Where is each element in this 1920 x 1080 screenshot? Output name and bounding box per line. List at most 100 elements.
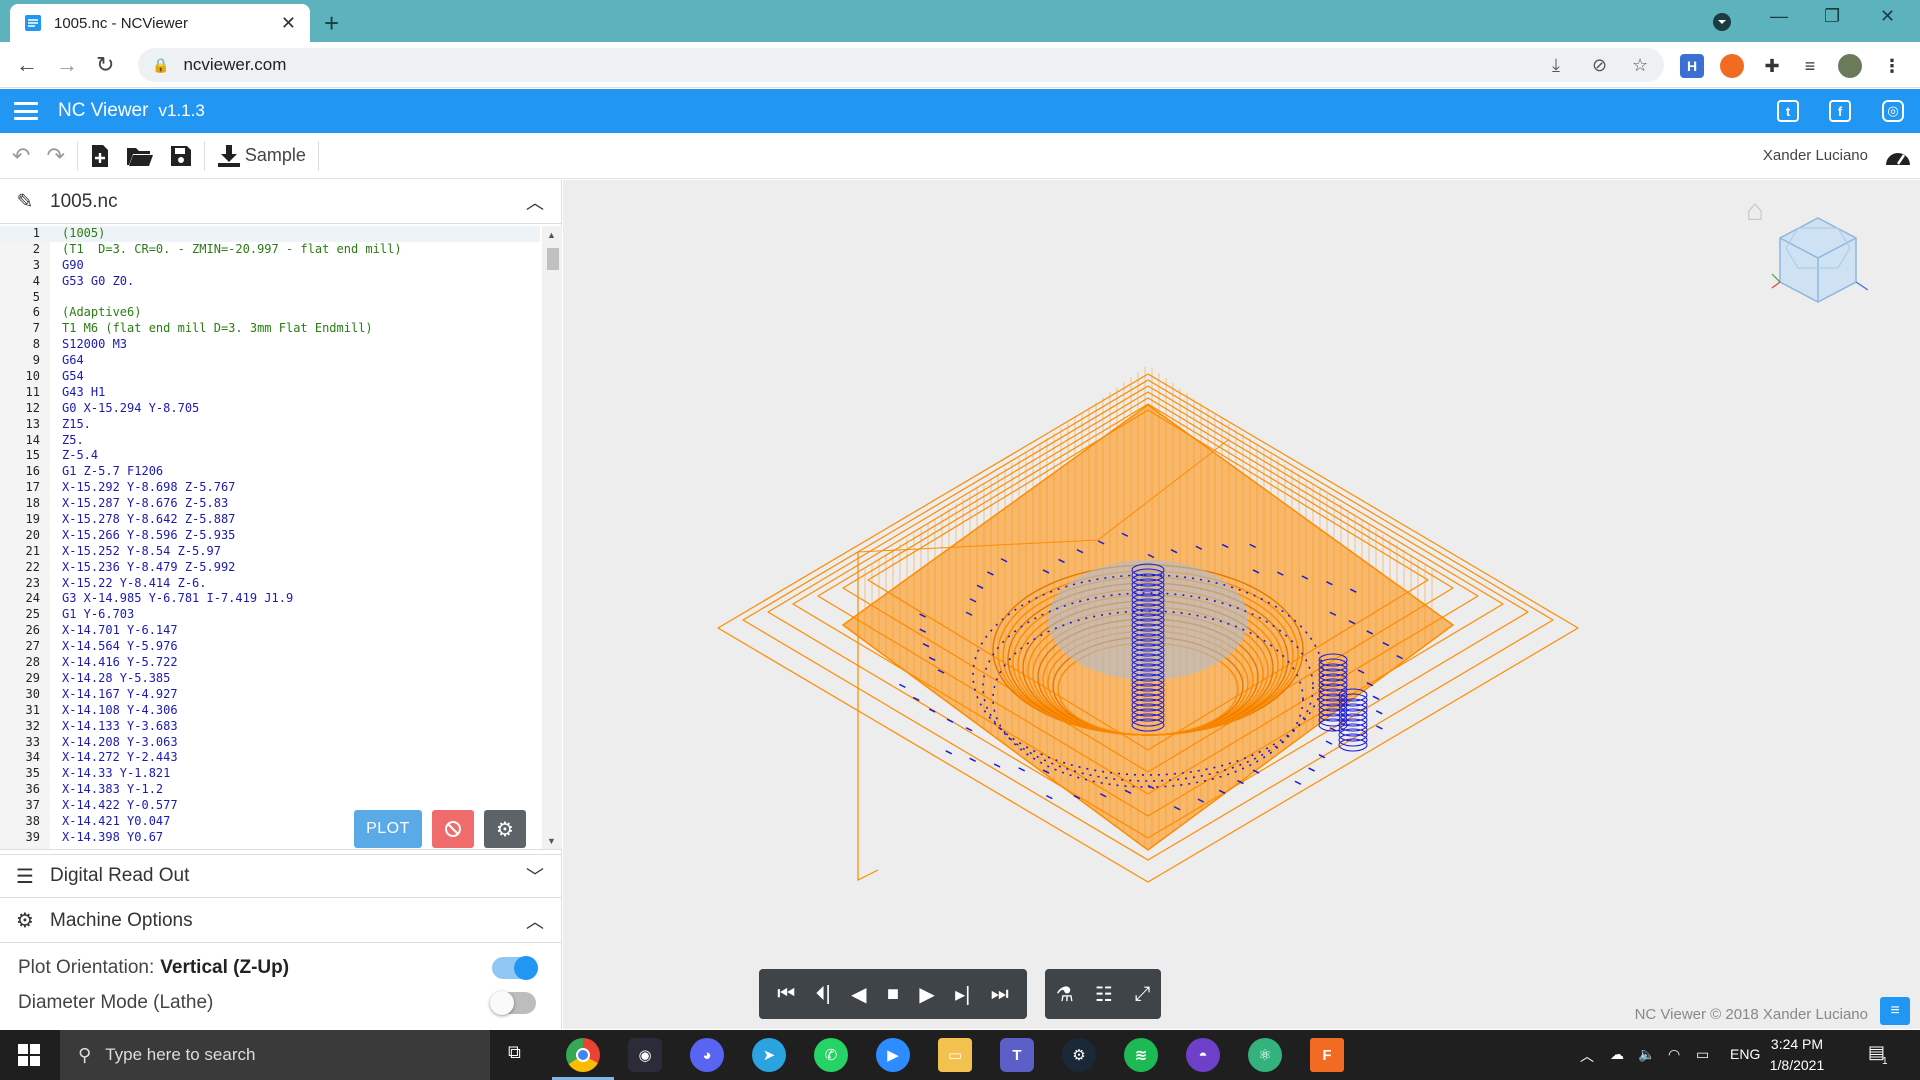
line-number: 4: [32, 273, 40, 288]
plot-orientation-toggle[interactable]: [492, 956, 538, 980]
taskbar-clock[interactable]: 3:24 PM 1/8/2021: [1762, 1034, 1832, 1076]
profile-menu-icon[interactable]: [1712, 12, 1732, 32]
skip-to-start-icon[interactable]: ⏮: [777, 983, 795, 1006]
reload-icon[interactable]: ↻: [96, 52, 114, 78]
performance-gauge-icon[interactable]: [1884, 145, 1912, 169]
onedrive-cloud-icon[interactable]: ☁: [1610, 1046, 1624, 1063]
code-line: 30 X-14.167 Y-4.927: [0, 687, 540, 703]
hamburger-menu-icon[interactable]: [14, 102, 38, 120]
editor-settings-button[interactable]: ⚙: [484, 810, 526, 848]
whatsapp-icon[interactable]: ✆: [814, 1038, 848, 1072]
sliders-icon[interactable]: ☷: [1095, 982, 1113, 1007]
back-icon[interactable]: ←: [16, 52, 38, 78]
steam-icon[interactable]: ⚙: [1062, 1038, 1096, 1072]
minimize-icon[interactable]: —: [1770, 6, 1788, 27]
discord-icon[interactable]: ◕: [690, 1038, 724, 1072]
wifi-icon[interactable]: ◠: [1668, 1046, 1680, 1063]
battery-icon[interactable]: ▭: [1696, 1046, 1709, 1063]
forward-icon[interactable]: →: [56, 52, 78, 78]
language-indicator[interactable]: ENG: [1730, 1046, 1760, 1062]
plot-orientation-option: Plot Orientation: Vertical (Z-Up): [18, 951, 548, 985]
expand-chevron-down-icon[interactable]: ﹀: [526, 863, 544, 889]
new-file-icon[interactable]: [82, 133, 118, 179]
home-view-icon[interactable]: ⌂: [1746, 194, 1764, 228]
diameter-mode-toggle[interactable]: [490, 991, 536, 1015]
task-view-icon[interactable]: ⧉: [508, 1042, 521, 1063]
ncviewer-logo-icon[interactable]: ≡: [1880, 997, 1910, 1025]
toolpath-viewer[interactable]: ⌂ NC Viewer © 2018 Xander Luciano ≡: [563, 180, 1920, 1029]
taskbar-search[interactable]: ⚲ Type here to search: [60, 1030, 490, 1080]
install-app-icon[interactable]: ⤓: [1552, 55, 1560, 76]
flask-icon[interactable]: ⚗: [1056, 982, 1074, 1007]
volume-icon[interactable]: 🔈: [1638, 1046, 1655, 1063]
browser-tab[interactable]: 1005.nc - NCViewer ✕: [10, 4, 310, 42]
code-line: 1 (1005): [0, 226, 540, 242]
view-cube[interactable]: [1768, 210, 1868, 320]
extensions-puzzle-icon[interactable]: ✚: [1760, 54, 1784, 78]
twitter-icon[interactable]: t: [1777, 100, 1799, 122]
windows-start-icon[interactable]: [18, 1044, 40, 1066]
save-icon[interactable]: [162, 133, 200, 179]
collapse-chevron-up-icon[interactable]: ︿: [526, 189, 544, 215]
h-extension-icon[interactable]: H: [1680, 54, 1704, 78]
new-tab-icon[interactable]: +: [324, 8, 339, 39]
lock-icon[interactable]: 🔒: [152, 57, 169, 74]
undo-icon[interactable]: ↶: [4, 133, 38, 179]
line-number: 31: [25, 702, 40, 717]
play-reverse-icon[interactable]: ◀: [851, 982, 866, 1007]
spotify-icon[interactable]: ≋: [1124, 1038, 1158, 1072]
file-explorer-icon[interactable]: ▭: [938, 1038, 972, 1072]
user-name: Xander Luciano: [1762, 147, 1868, 164]
plot-button[interactable]: PLOT: [354, 810, 422, 848]
chrome-menu-icon[interactable]: ⋮: [1880, 54, 1904, 78]
windows-taskbar: ⚲ Type here to search ⧉ ◉ ◕ ➤ ✆ ▶ ▭ T ⚙ …: [0, 1030, 1920, 1080]
stop-icon[interactable]: ■: [887, 983, 899, 1006]
app-header: NC Viewer v1.1.3: [0, 89, 1920, 133]
chrome-app-icon[interactable]: [552, 1038, 614, 1080]
rapid-move: [969, 757, 976, 762]
fusion-360-icon[interactable]: F: [1310, 1038, 1344, 1072]
scroll-thumb[interactable]: [547, 248, 559, 270]
teams-icon[interactable]: T: [1000, 1038, 1034, 1072]
atom-icon[interactable]: ⚛: [1248, 1038, 1282, 1072]
code-text: X-14.208 Y-3.063: [62, 734, 178, 749]
open-folder-icon[interactable]: [118, 133, 162, 179]
code-text: X-14.383 Y-1.2: [62, 782, 164, 797]
step-forward-icon[interactable]: ▸|: [955, 982, 970, 1007]
close-tab-icon[interactable]: ✕: [281, 13, 296, 34]
instagram-icon[interactable]: ◎: [1882, 100, 1904, 122]
github-desktop-icon[interactable]: ◓: [1186, 1038, 1220, 1072]
rapid-move: [1308, 767, 1315, 772]
play-icon[interactable]: ▶: [919, 982, 934, 1007]
dro-section-header[interactable]: ☰ Digital Read Out ﹀: [0, 854, 562, 898]
scroll-down-icon[interactable]: ▼: [547, 836, 556, 846]
editor-scrollbar[interactable]: ▲ ▼: [542, 226, 562, 849]
fullscreen-icon[interactable]: ⤢: [1134, 983, 1150, 1006]
sample-button[interactable]: Sample: [209, 133, 314, 179]
show-hidden-icons-icon[interactable]: ︿: [1580, 1046, 1594, 1066]
telegram-icon[interactable]: ➤: [752, 1038, 786, 1072]
line-number: 27: [25, 639, 40, 654]
media-queue-icon[interactable]: ≡: [1798, 54, 1822, 78]
skip-to-end-icon[interactable]: ⏭: [991, 983, 1009, 1006]
scroll-up-icon[interactable]: ▲: [547, 230, 556, 240]
close-window-icon[interactable]: ✕: [1880, 6, 1895, 27]
address-bar[interactable]: 🔒 ncviewer.com: [138, 48, 1664, 82]
davinci-resolve-icon[interactable]: ◉: [628, 1038, 662, 1072]
code-editor[interactable]: 1 (1005) 2 (T1 D=3. CR=0. - ZMIN=-20.997 - …: [0, 226, 562, 850]
profile-avatar[interactable]: [1838, 54, 1862, 78]
machine-options-header[interactable]: ⚙ Machine Options ︿: [0, 899, 562, 943]
code-line: 28 X-14.416 Y-5.722: [0, 655, 540, 671]
maximize-icon[interactable]: ❐: [1824, 6, 1840, 27]
code-line: 5: [0, 290, 540, 306]
orange-extension-icon[interactable]: [1720, 54, 1744, 78]
cancel-plot-button[interactable]: [432, 810, 474, 848]
zoom-icon[interactable]: ▶: [876, 1038, 910, 1072]
redo-icon[interactable]: ↷: [38, 133, 72, 179]
facebook-icon[interactable]: f: [1829, 100, 1851, 122]
collapse-chevron-up-icon[interactable]: ︿: [526, 908, 544, 934]
step-back-icon[interactable]: ⏴︎|: [816, 983, 831, 1006]
bookmark-star-icon[interactable]: ☆: [1632, 55, 1648, 76]
file-panel-header[interactable]: ✎ 1005.nc ︿: [0, 180, 562, 224]
hide-icon[interactable]: ⊘: [1592, 55, 1607, 76]
